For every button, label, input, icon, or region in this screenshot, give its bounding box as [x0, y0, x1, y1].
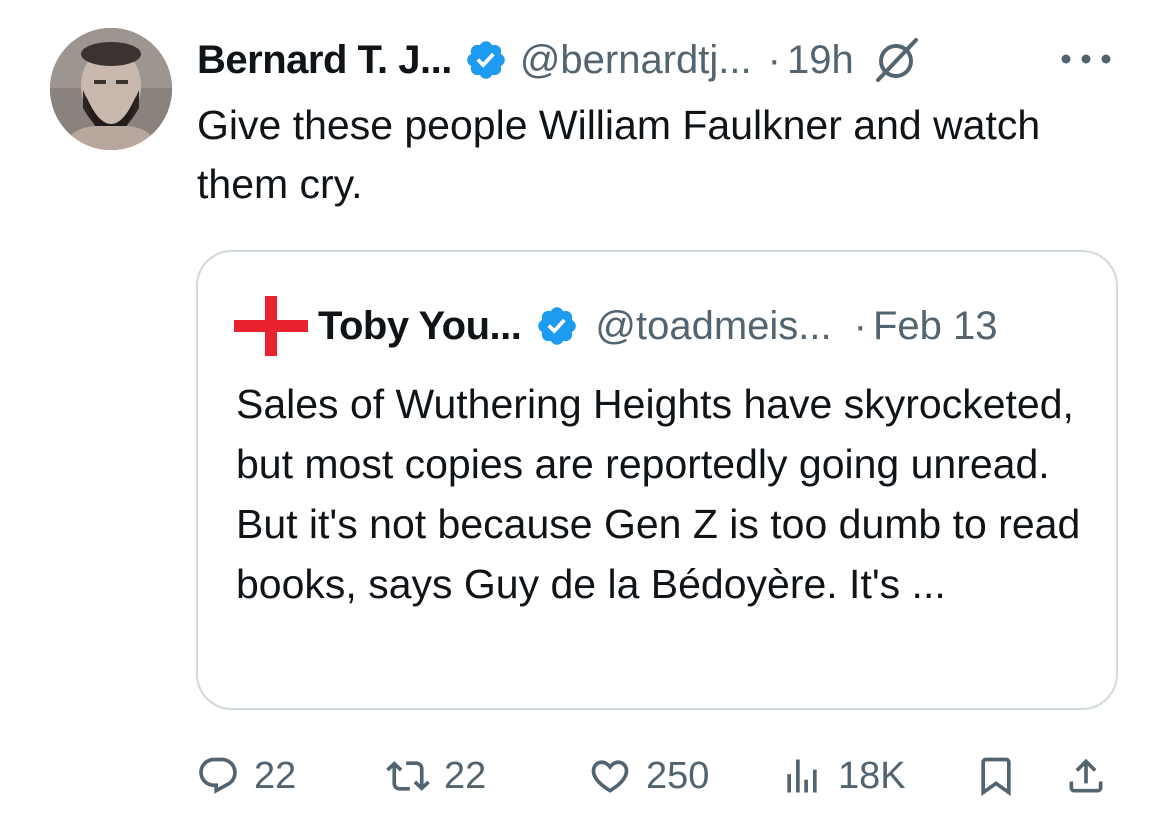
tweet-header: Bernard T. J... @bernardtj... · 19h	[197, 34, 922, 86]
heart-icon	[591, 760, 629, 793]
share-button[interactable]	[1064, 748, 1108, 804]
quoted-author-avatar[interactable]	[234, 296, 308, 356]
views-count: 18K	[838, 754, 906, 797]
verified-badge-icon	[467, 41, 505, 79]
author-name[interactable]: Bernard T. J...	[197, 38, 452, 83]
verified-badge-icon	[538, 307, 577, 345]
views-icon	[787, 759, 817, 793]
action-bar: 22 22 250 18K	[196, 748, 1116, 804]
bookmark-button[interactable]	[974, 748, 1018, 804]
repost-count: 22	[444, 754, 487, 797]
separator-dot: ·	[767, 37, 781, 82]
grok-icon[interactable]	[870, 34, 922, 86]
more-icon[interactable]	[1056, 44, 1116, 74]
views-button[interactable]: 18K	[780, 748, 906, 804]
tweet-timestamp[interactable]: 19h	[787, 38, 854, 83]
bookmark-icon	[981, 757, 1011, 797]
like-count: 250	[646, 754, 710, 797]
quoted-tweet-date[interactable]: Feb 13	[873, 304, 998, 349]
separator-dot: ·	[853, 303, 867, 348]
reply-icon	[199, 757, 237, 794]
quoted-author-name[interactable]: Toby You...	[318, 304, 522, 349]
author-avatar[interactable]	[50, 28, 172, 150]
share-icon	[1069, 758, 1103, 793]
tweet-text: Give these people William Faulkner and w…	[197, 102, 1041, 207]
quoted-tweet-header: Toby You... @toadmeis... · Feb 13	[234, 296, 998, 356]
reply-count: 22	[254, 754, 297, 797]
repost-icon	[386, 761, 430, 791]
quoted-tweet-text: Sales of Wuthering Heights have skyrocke…	[236, 381, 1081, 607]
like-button[interactable]: 250	[588, 748, 709, 804]
quoted-tweet-card[interactable]: Toby You... @toadmeis... · Feb 13 Sales …	[196, 250, 1118, 710]
reply-button[interactable]: 22	[196, 748, 296, 804]
author-handle[interactable]: @bernardtj...	[520, 38, 752, 83]
repost-button[interactable]: 22	[386, 748, 486, 804]
quoted-author-handle[interactable]: @toadmeis...	[595, 304, 831, 349]
author-avatar-image	[50, 28, 172, 150]
